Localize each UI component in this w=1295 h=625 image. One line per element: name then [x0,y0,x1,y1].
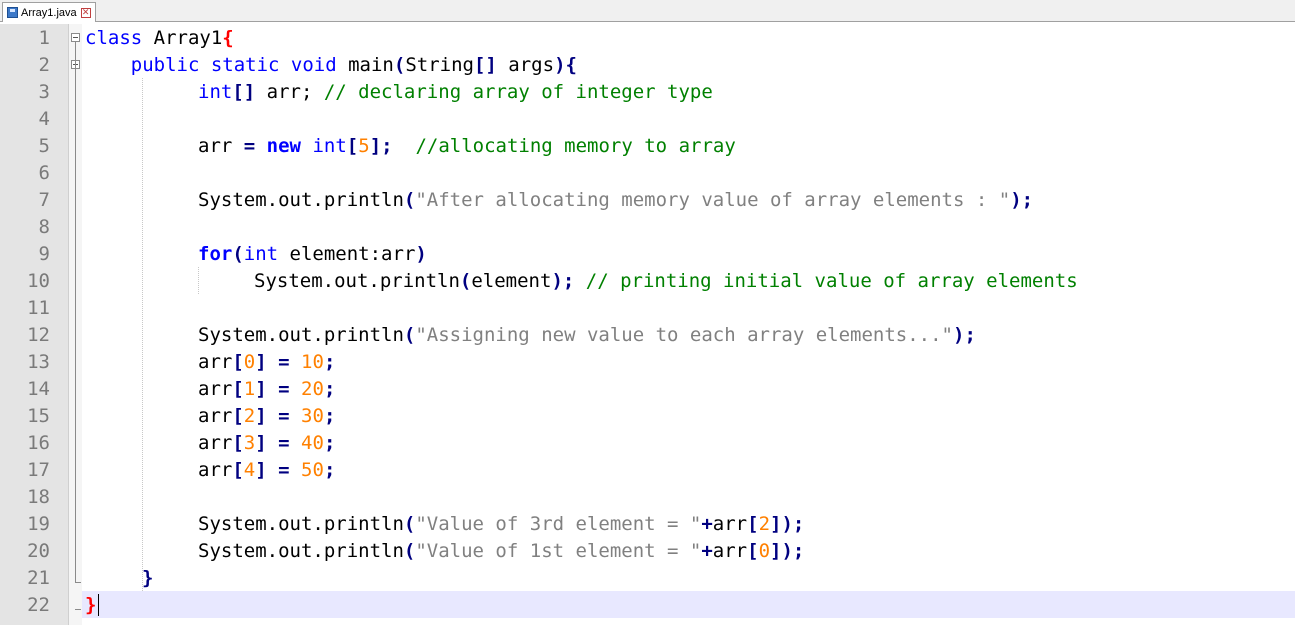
line-number: 9 [38,243,50,265]
code-text: int[] arr; // declaring array of integer… [198,81,713,103]
code-line: 9 for(int element:arr) [0,240,1295,267]
save-status-icon [7,7,18,18]
code-line: 16 arr[3] = 40; [0,429,1295,456]
code-text: arr[2] = 30; [198,405,336,427]
line-number: 20 [27,540,50,562]
code-line: 18 [0,483,1295,510]
code-line: 4 [0,105,1295,132]
code-text: System.out.println("After allocating mem… [198,189,1034,211]
line-number: 12 [27,324,50,346]
code-line: 11 [0,294,1295,321]
line-number: 13 [27,351,50,373]
code-line: 5 arr = new int[5]; //allocating memory … [0,132,1295,159]
code-text: System.out.println("Assigning new value … [198,324,976,346]
code-line: 15 arr[2] = 30; [0,402,1295,429]
code-text: System.out.println("Value of 1st element… [198,540,805,562]
line-number: 15 [27,405,50,427]
code-line: 21 } [0,564,1295,591]
line-number: 21 [27,567,50,589]
code-line: 2 public static void main(String[] args)… [0,51,1295,78]
code-line: 20 System.out.println("Value of 1st elem… [0,537,1295,564]
line-number: 18 [27,486,50,508]
code-line: 10 System.out.println(element); // print… [0,267,1295,294]
code-text: class Array1{ [85,27,234,49]
code-text: System.out.println("Value of 3rd element… [198,513,805,535]
code-line: 8 [0,213,1295,240]
line-number: 10 [27,270,50,292]
code-line: 1 class Array1{ [0,24,1295,51]
line-number: 14 [27,378,50,400]
line-number: 22 [27,594,50,616]
code-line: 3 int[] arr; // declaring array of integ… [0,78,1295,105]
code-text: for(int element:arr) [198,243,427,265]
code-line: 14 arr[1] = 20; [0,375,1295,402]
line-number: 17 [27,459,50,481]
code-text: arr[3] = 40; [198,432,336,454]
code-text: System.out.println(element); // printing… [254,270,1078,292]
tab-title: Array1.java [21,6,77,19]
tab-array1-java[interactable]: Array1.java ✕ [2,2,96,22]
code-line: 6 [0,159,1295,186]
code-text: arr[0] = 10; [198,351,336,373]
tab-bar: Array1.java ✕ [0,0,1295,22]
line-number: 2 [38,54,50,76]
code-text: arr = new int[5]; //allocating memory to… [198,135,736,157]
code-line: 22 } [0,591,1295,618]
line-number: 19 [27,513,50,535]
code-editor[interactable]: 1 class Array1{ 2 public static void mai… [0,24,1295,625]
close-tab-icon[interactable]: ✕ [80,7,91,18]
code-line: 13 arr[0] = 10; [0,348,1295,375]
code-line: 19 System.out.println("Value of 3rd elem… [0,510,1295,537]
line-number: 11 [27,297,50,319]
line-number: 1 [38,27,50,49]
code-line: 17 arr[4] = 50; [0,456,1295,483]
code-line: 12 System.out.println("Assigning new val… [0,321,1295,348]
code-text: public static void main(String[] args){ [130,54,577,76]
code-text: arr[4] = 50; [198,459,336,481]
line-number: 4 [38,108,50,130]
code-text: arr[1] = 20; [198,378,336,400]
line-number: 6 [38,162,50,184]
line-number: 7 [38,189,50,211]
code-line: 7 System.out.println("After allocating m… [0,186,1295,213]
line-number: 3 [38,81,50,103]
line-number: 8 [38,216,50,238]
line-number: 16 [27,432,50,454]
code-text: } [142,567,154,589]
line-number: 5 [38,135,50,157]
text-caret [98,594,99,616]
code-text: } [85,594,97,616]
